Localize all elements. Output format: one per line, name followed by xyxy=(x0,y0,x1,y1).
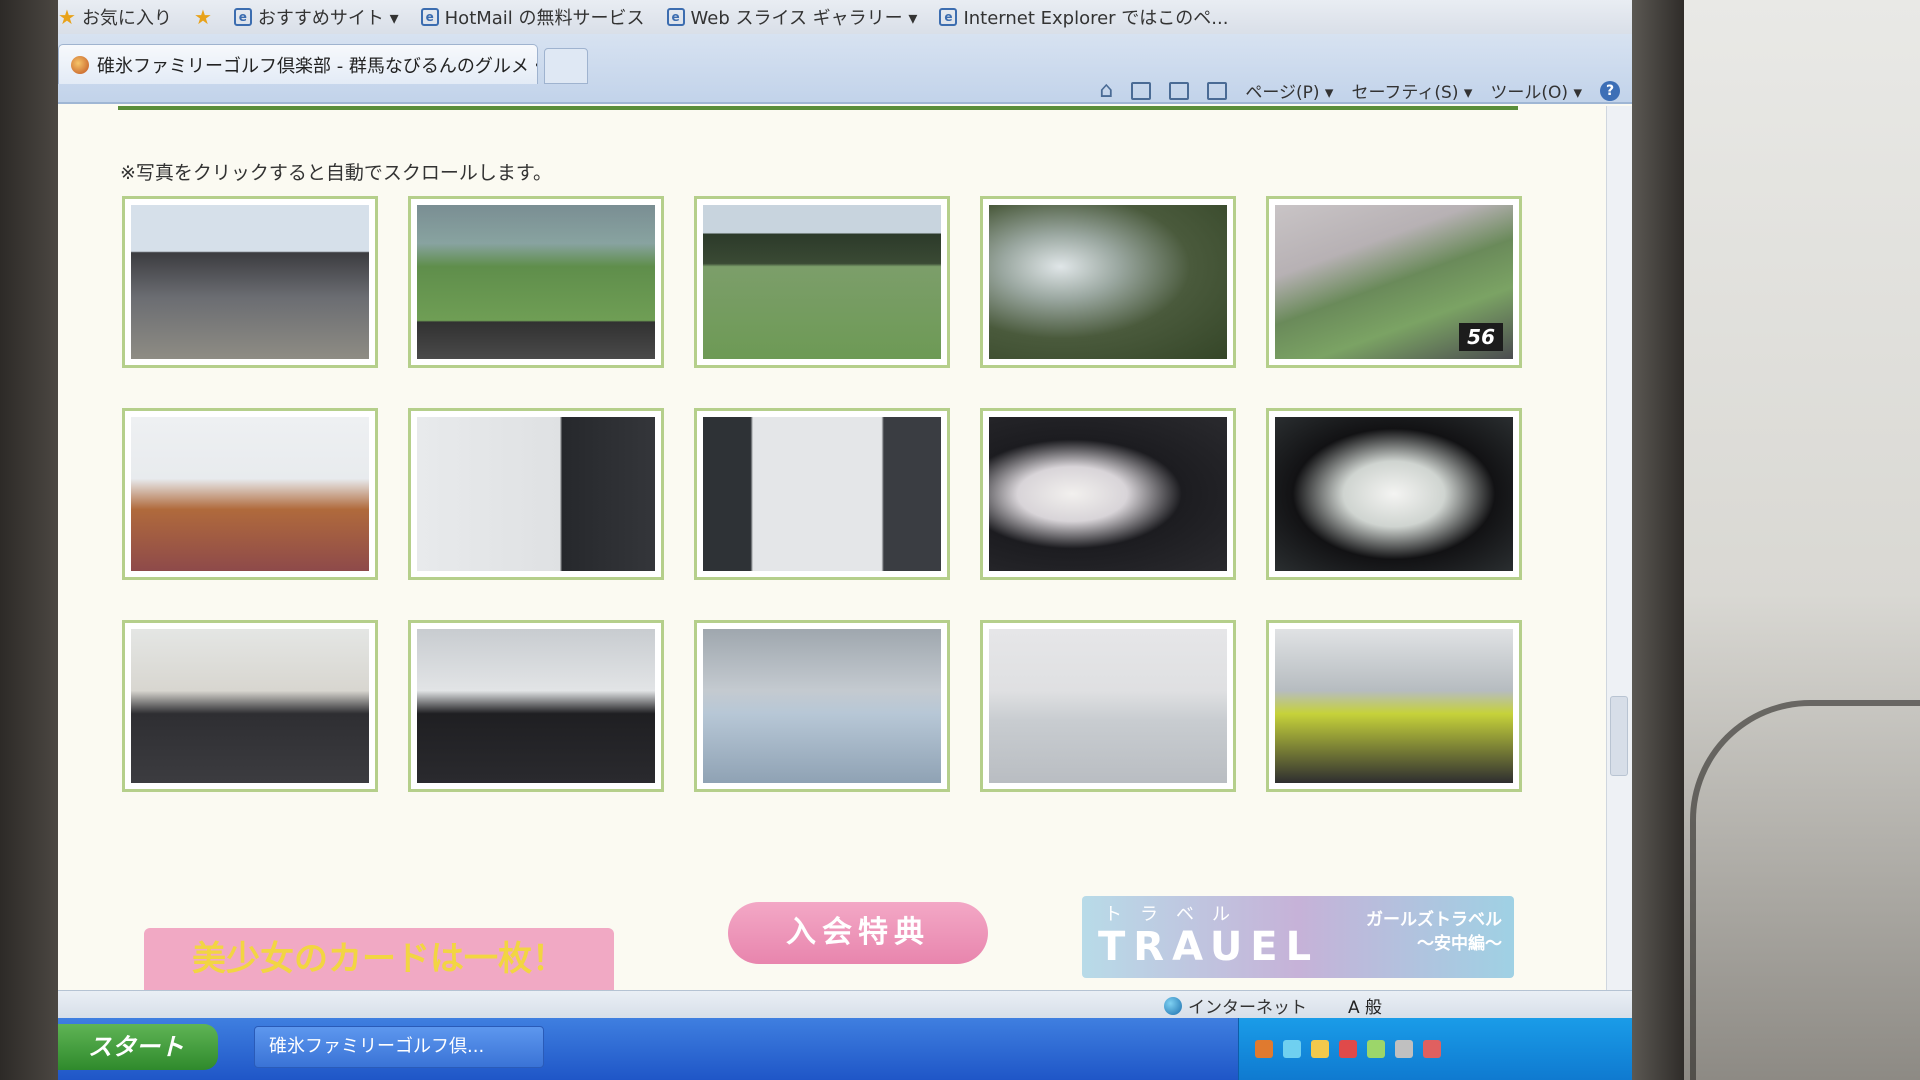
photo-thumb-13[interactable] xyxy=(694,620,950,792)
photo-thumb-2[interactable] xyxy=(408,196,664,368)
add-favorite-icon[interactable]: ★ xyxy=(194,5,212,29)
start-button[interactable]: スタート xyxy=(58,1024,218,1070)
tab-title: 碓氷ファミリーゴルフ倶楽部 - 群馬なびるんのグルメ・イ... xyxy=(97,55,538,77)
clubhouse-photo xyxy=(131,205,369,359)
tray-icon[interactable] xyxy=(1283,1040,1301,1058)
golfer-swing-photo xyxy=(417,417,655,571)
star-icon: ★ xyxy=(58,5,76,29)
favorites-bar: ★ お気に入り ★ e おすすめサイト ▾ e HotMail の無料サービス … xyxy=(58,0,1632,34)
mail-icon[interactable] xyxy=(1169,81,1190,100)
scroll-note: ※写真をクリックすると自動でスクロールします。 xyxy=(120,162,553,184)
photo-thumb-4[interactable] xyxy=(980,196,1236,368)
feeds-icon[interactable] xyxy=(1131,81,1152,100)
monitor-bezel-left xyxy=(0,0,58,1080)
fav-link-hotmail[interactable]: e HotMail の無料サービス xyxy=(420,4,645,30)
staff-working-photo xyxy=(1275,629,1513,783)
tools-menu[interactable]: ツール(O) ▾ xyxy=(1490,78,1582,103)
ie-page-icon: e xyxy=(420,8,439,26)
page-content: ※写真をクリックすると自動でスクロールします。 56 美少女のカードは一枚！ 入… xyxy=(58,106,1606,990)
fav-link-recommended[interactable]: e おすすめサイト ▾ xyxy=(233,4,399,30)
monitor-bezel-right xyxy=(1632,0,1684,1080)
page-menu[interactable]: ページ(P) ▾ xyxy=(1245,78,1333,103)
cable xyxy=(1690,700,1920,1080)
photo-thumb-7[interactable] xyxy=(408,408,664,580)
status-bar: インターネット A 般 xyxy=(58,990,1632,1018)
lounge-photo xyxy=(131,417,369,571)
fav-link-ie[interactable]: e Internet Explorer ではこのペ... xyxy=(939,4,1228,30)
photo-thumb-3[interactable] xyxy=(694,196,950,368)
help-icon[interactable]: ? xyxy=(1600,80,1620,101)
ie-page-icon: e xyxy=(233,8,252,26)
staff-portrait-photo xyxy=(703,629,941,783)
travel-subtitle: ガールズトラベル ～安中編～ xyxy=(1366,910,1502,954)
taskbar: スタート 碓氷ファミリーゴルフ倶... xyxy=(58,1018,1632,1080)
card-banner[interactable]: 美少女のカードは一枚！ xyxy=(144,928,614,990)
hitting-bays-photo: 56 xyxy=(1275,205,1513,359)
ime-indicator[interactable]: A 般 xyxy=(1348,993,1382,1018)
site-favicon-icon xyxy=(71,55,89,74)
new-tab-button[interactable] xyxy=(544,48,588,84)
command-bar: ⌂ ページ(P) ▾ セーフティ(S) ▾ ツール(O) ▾ ? xyxy=(1099,78,1620,103)
photo-thumb-1[interactable] xyxy=(122,196,378,368)
print-icon[interactable] xyxy=(1207,81,1228,100)
river-photo xyxy=(989,205,1227,359)
tray-icon[interactable] xyxy=(1255,1040,1273,1058)
photo-thumb-8[interactable] xyxy=(694,408,950,580)
photo-thumb-12[interactable] xyxy=(408,620,664,792)
photo-thumb-9[interactable] xyxy=(980,408,1236,580)
gloves-photo xyxy=(989,417,1227,571)
photo-thumb-10[interactable] xyxy=(1266,408,1522,580)
golfer-address-photo xyxy=(703,417,941,571)
photo-thumb-6[interactable] xyxy=(122,408,378,580)
bay-number-badge: 56 xyxy=(1459,323,1503,351)
tray-icon[interactable] xyxy=(1395,1040,1413,1058)
home-icon[interactable]: ⌂ xyxy=(1099,78,1113,103)
travel-kana: トラベル xyxy=(1104,904,1248,925)
photo-thumb-5[interactable]: 56 xyxy=(1266,196,1522,368)
taskbar-item-browser[interactable]: 碓氷ファミリーゴルフ倶... xyxy=(254,1026,544,1068)
globe-icon xyxy=(1164,996,1182,1015)
photo-thumb-15[interactable] xyxy=(1266,620,1522,792)
gloves-photo xyxy=(1275,417,1513,571)
tray-icon[interactable] xyxy=(1367,1040,1385,1058)
safety-menu[interactable]: セーフティ(S) ▾ xyxy=(1351,78,1472,103)
ie-page-icon: e xyxy=(939,8,958,26)
tray-icon[interactable] xyxy=(1311,1040,1329,1058)
travel-banner[interactable]: トラベル TRAUEL ガールズトラベル ～安中編～ xyxy=(1082,896,1514,978)
fav-link-webslice[interactable]: e Web スライス ギャラリー ▾ xyxy=(666,4,917,30)
driving-range-photo xyxy=(417,205,655,359)
tab-row: 碓氷ファミリーゴルフ倶楽部 - 群馬なびるんのグルメ・イ... ⌂ ページ(P)… xyxy=(58,34,1632,104)
travel-title: TRAUEL xyxy=(1098,924,1320,970)
system-tray xyxy=(1238,1018,1632,1080)
join-benefits-button[interactable]: 入会特典 xyxy=(728,902,988,964)
tray-icon[interactable] xyxy=(1339,1040,1357,1058)
favorites-button[interactable]: ★ お気に入り xyxy=(58,4,172,30)
photo-gallery: 56 xyxy=(122,196,1522,792)
staff-portrait-photo xyxy=(989,629,1227,783)
tab-active[interactable]: 碓氷ファミリーゴルフ倶楽部 - 群馬なびるんのグルメ・イ... xyxy=(58,44,538,84)
tray-icon[interactable] xyxy=(1423,1040,1441,1058)
staff-portrait-photo xyxy=(131,629,369,783)
vertical-scrollbar[interactable] xyxy=(1606,106,1632,990)
scrollbar-thumb[interactable] xyxy=(1610,696,1628,776)
photo-thumb-11[interactable] xyxy=(122,620,378,792)
divider xyxy=(118,106,1518,110)
staff-portrait-photo xyxy=(417,629,655,783)
range-field-photo xyxy=(703,205,941,359)
security-zone: インターネット xyxy=(1164,993,1307,1018)
ie-page-icon: e xyxy=(666,8,685,26)
photo-thumb-14[interactable] xyxy=(980,620,1236,792)
browser-screen: ★ お気に入り ★ e おすすめサイト ▾ e HotMail の無料サービス … xyxy=(58,0,1632,1080)
